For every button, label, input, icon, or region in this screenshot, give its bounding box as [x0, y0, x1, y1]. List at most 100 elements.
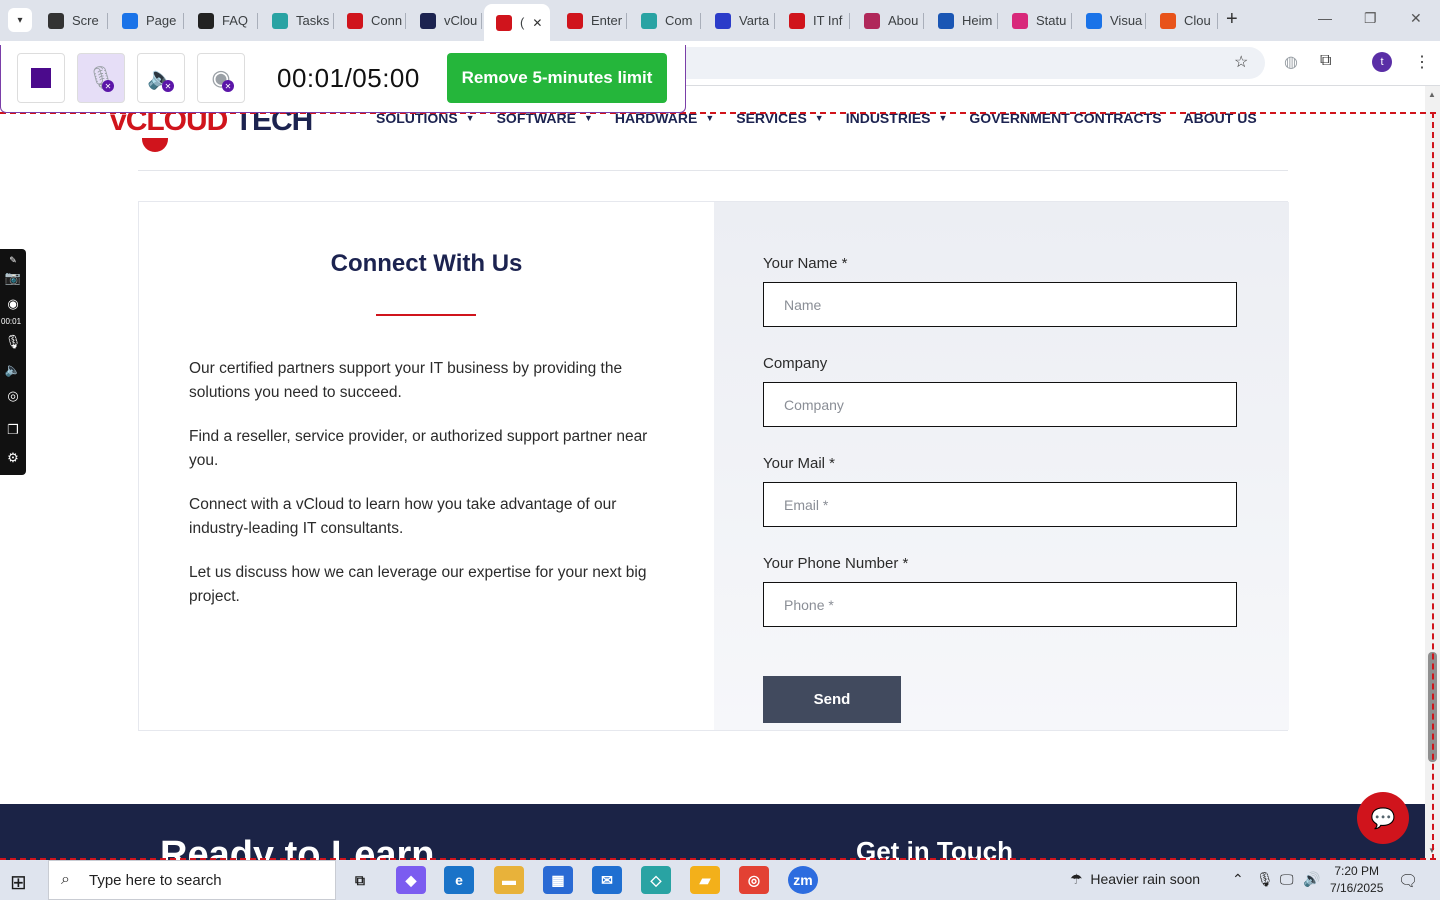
webcam-icon[interactable]: ◎: [4, 387, 22, 405]
settings-gear-icon[interactable]: ⚙: [4, 449, 22, 467]
windows-icon[interactable]: ❐: [4, 421, 22, 439]
contact-info-panel: Connect With Us Our certified partners s…: [139, 202, 714, 730]
contact-paragraph-3: Connect with a vCloud to learn how you t…: [189, 496, 617, 537]
notifications-icon[interactable]: 🗨: [1398, 871, 1418, 891]
contact-form: Your Name * Company Your Mail * Your Pho…: [714, 202, 1289, 730]
browser-tab[interactable]: Tasks: [260, 6, 334, 35]
tab-label: Statu: [1036, 13, 1067, 28]
minimize-icon[interactable]: —: [1318, 10, 1332, 26]
tab-favicon-icon: [272, 12, 288, 29]
edge-browser-icon[interactable]: e: [444, 866, 474, 894]
zoom-app-icon[interactable]: zm: [788, 866, 818, 894]
camera-snapshot-icon[interactable]: 📷: [4, 269, 22, 287]
browser-tab[interactable]: Com: [629, 6, 701, 35]
tab-favicon-icon: [1086, 12, 1102, 29]
taskbar-search-placeholder: Type here to search: [89, 871, 222, 889]
windows-start-icon[interactable]: ⊞: [10, 870, 27, 895]
profile-avatar[interactable]: t: [1372, 52, 1392, 72]
taskbar-clock[interactable]: 7:20 PM 7/16/2025: [1330, 863, 1383, 897]
network-icon[interactable]: 🖵: [1280, 871, 1294, 888]
new-tab-plus-icon[interactable]: +: [1226, 9, 1238, 29]
company-label: Company: [763, 355, 828, 372]
tray-microphone-icon[interactable]: 🎙: [1256, 871, 1274, 888]
send-button[interactable]: Send: [763, 676, 901, 723]
microphone-toggle-button[interactable]: 🎙 ✕: [77, 53, 125, 103]
tab-separator: [1217, 13, 1218, 29]
volume-icon[interactable]: 🔊: [1303, 871, 1320, 888]
tab-separator: [257, 13, 258, 29]
close-window-icon[interactable]: ✕: [1410, 10, 1422, 27]
name-field[interactable]: [763, 282, 1237, 327]
tab-label: (: [520, 15, 525, 30]
browser-tab[interactable]: Visua: [1074, 6, 1146, 35]
file-explorer-icon[interactable]: ▬: [494, 866, 524, 894]
microphone-icon[interactable]: 🎙: [4, 333, 22, 351]
browser-tab[interactable]: Conn: [335, 6, 406, 35]
restore-icon[interactable]: ❐: [1364, 10, 1377, 27]
browser-tab[interactable]: Heim: [926, 6, 998, 35]
browser-tab[interactable]: Clou: [1148, 6, 1218, 35]
search-icon: ⌕: [61, 871, 70, 888]
chevron-down-icon: ▼: [705, 113, 715, 123]
browser-tab[interactable]: FAQ: [186, 6, 258, 35]
close-tab-icon[interactable]: ✕: [532, 16, 542, 30]
contact-paragraph-2: Find a reseller, service provider, or au…: [189, 428, 648, 469]
microsoft-store-icon[interactable]: ▦: [543, 866, 573, 894]
tab-label: Conn: [371, 13, 403, 28]
muted-badge-icon: ✕: [102, 80, 114, 92]
address-bar[interactable]: [620, 47, 1265, 79]
browser-tab[interactable]: Abou: [852, 6, 924, 35]
browser-menu-icon[interactable]: ⋮: [1414, 52, 1430, 72]
header-divider: [138, 170, 1288, 171]
tab-separator: [700, 13, 701, 29]
clock-date: 7/16/2025: [1330, 881, 1384, 895]
tab-label: FAQ: [222, 13, 249, 28]
tab-separator: [849, 13, 850, 29]
task-view-icon[interactable]: ⧉: [345, 866, 375, 894]
webcam-toggle-button[interactable]: ◉ ✕: [197, 53, 245, 103]
remove-limit-button[interactable]: Remove 5-minutes limit: [447, 53, 667, 103]
phone-field[interactable]: [763, 582, 1237, 627]
taskbar-search-box[interactable]: ⌕ Type here to search: [48, 860, 336, 900]
screen-recorder-toolbar: 🎙 ✕ 🔈 ✕ ◉ ✕ 00:01/05:00 Remove 5-minutes…: [0, 45, 686, 113]
contact-paragraph-4: Let us discuss how we can leverage our e…: [189, 564, 647, 605]
browser-tab[interactable]: IT Inf: [777, 6, 850, 35]
chat-bubble-icon[interactable]: 💬: [1357, 792, 1409, 844]
tab-label: Scre: [72, 13, 99, 28]
tab-separator: [405, 13, 406, 29]
extensions-puzzle-icon[interactable]: ⧉: [1320, 52, 1331, 70]
translate-globe-icon[interactable]: ◍: [1284, 52, 1298, 72]
chevron-down-icon: ▼: [938, 113, 948, 123]
sticky-notes-icon[interactable]: ▰: [690, 866, 720, 894]
chrome-browser-icon[interactable]: ◎: [739, 866, 769, 894]
browser-tab[interactable]: Enter: [555, 6, 627, 35]
app-diamond-icon[interactable]: ◇: [641, 866, 671, 894]
weather-widget[interactable]: ☂ Heavier rain soon: [1070, 871, 1200, 888]
mail-icon[interactable]: ✉: [592, 866, 622, 894]
browser-tab[interactable]: (✕: [484, 4, 550, 41]
browser-tab[interactable]: vClou: [408, 6, 482, 35]
tab-separator: [997, 13, 998, 29]
browser-tab[interactable]: Statu: [1000, 6, 1072, 35]
browser-tab[interactable]: Varta: [703, 6, 775, 35]
copilot-icon[interactable]: ◆: [396, 866, 426, 894]
tray-chevron-up-icon[interactable]: ⌃: [1232, 871, 1244, 888]
pen-icon[interactable]: ✎: [4, 251, 22, 269]
tab-separator: [1145, 13, 1146, 29]
scroll-up-arrow-icon[interactable]: ▲: [1428, 90, 1436, 99]
stop-recording-button[interactable]: [17, 53, 65, 103]
tab-label: Abou: [888, 13, 919, 28]
tab-label: Varta: [739, 13, 770, 28]
browser-tab[interactable]: Scre: [36, 6, 108, 35]
tab-favicon-icon: [567, 12, 583, 29]
record-icon[interactable]: ◉: [4, 295, 22, 313]
bookmark-star-icon[interactable]: ☆: [1234, 52, 1248, 72]
tab-label: IT Inf: [813, 13, 843, 28]
speaker-icon[interactable]: 🔈: [4, 361, 22, 379]
email-field[interactable]: [763, 482, 1237, 527]
chevron-down-icon: ▼: [583, 113, 593, 123]
company-field[interactable]: [763, 382, 1237, 427]
browser-tab[interactable]: Page: [110, 6, 184, 35]
tab-search-chevron-icon[interactable]: ▾: [8, 8, 32, 32]
system-audio-toggle-button[interactable]: 🔈 ✕: [137, 53, 185, 103]
